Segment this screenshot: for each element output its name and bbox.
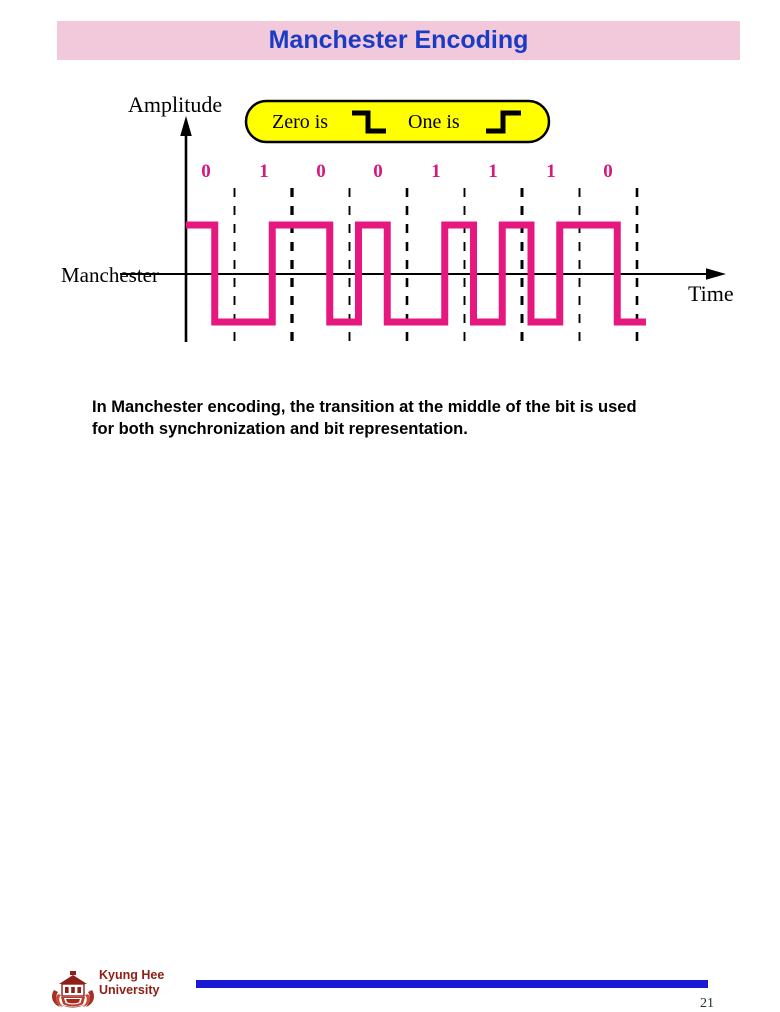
page-title: Manchester Encoding bbox=[268, 26, 529, 54]
bit-label: 0 bbox=[373, 161, 383, 182]
bit-label-row: 0 1 0 0 1 1 1 0 bbox=[201, 161, 613, 182]
kyung-hee-university-logo-icon bbox=[52, 971, 94, 1008]
page-number: 21 bbox=[700, 996, 714, 1011]
legend-one-label: One is bbox=[408, 111, 460, 133]
bit-label: 0 bbox=[201, 161, 211, 182]
y-axis-label: Amplitude bbox=[128, 92, 222, 117]
caption-line-2: for both synchronization and bit represe… bbox=[92, 420, 468, 438]
legend-zero-label: Zero is bbox=[272, 111, 328, 133]
bit-label: 1 bbox=[488, 161, 498, 182]
signal-row-label: Manchester bbox=[61, 263, 159, 287]
slide-footer: Kyung Hee University 21 bbox=[0, 480, 780, 1011]
bit-label: 0 bbox=[316, 161, 326, 182]
slide-title-bar: Manchester Encoding bbox=[57, 21, 740, 60]
university-name-line-1: Kyung Hee bbox=[99, 968, 165, 982]
caption-line-1: In Manchester encoding, the transition a… bbox=[92, 398, 637, 416]
manchester-encoding-figure: Amplitude Time Manchester 0 1 0 0 1 1 1 … bbox=[0, 60, 780, 370]
bit-label: 0 bbox=[603, 161, 613, 182]
footer-divider-bar bbox=[196, 980, 708, 988]
x-axis-label: Time bbox=[688, 281, 734, 306]
bit-label: 1 bbox=[259, 161, 269, 182]
bit-label: 1 bbox=[546, 161, 556, 182]
slide-caption: In Manchester encoding, the transition a… bbox=[92, 396, 764, 440]
bit-label: 1 bbox=[431, 161, 441, 182]
slide-canvas: Manchester Encoding Amplitude Time Manch… bbox=[0, 0, 780, 1011]
university-name: Kyung Hee University bbox=[99, 968, 164, 998]
university-name-line-2: University bbox=[99, 983, 160, 997]
x-axis bbox=[120, 268, 726, 280]
encoding-legend: Zero is One is bbox=[244, 99, 551, 144]
y-axis bbox=[180, 116, 192, 342]
